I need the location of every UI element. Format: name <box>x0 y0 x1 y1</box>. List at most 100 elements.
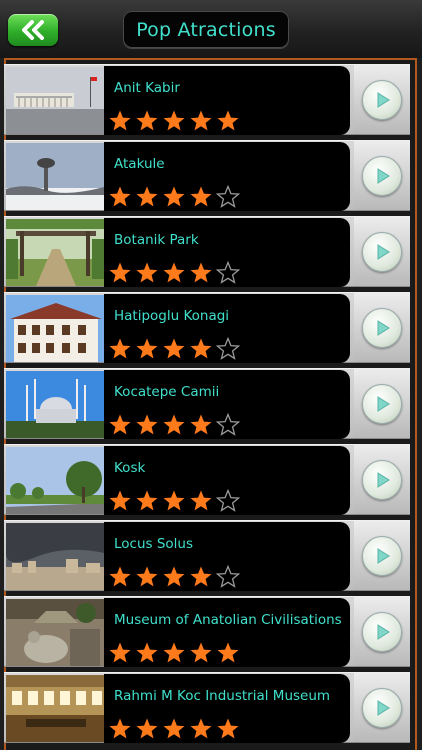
star-filled-icon <box>135 109 159 133</box>
attraction-name: Atakule <box>114 156 165 172</box>
attraction-thumbnail <box>6 143 104 210</box>
attraction-info: Anit Kabir <box>104 66 350 135</box>
attraction-name: Botanik Park <box>114 232 199 248</box>
attraction-info: Museum of Anatolian Civilisations <box>104 598 350 667</box>
attraction-info: Atakule <box>104 142 350 211</box>
star-filled-icon <box>135 185 159 209</box>
open-detail-button[interactable] <box>354 65 410 134</box>
star-filled-icon <box>216 717 240 741</box>
list-item[interactable]: Locus Solus <box>4 520 410 591</box>
star-rating <box>108 641 240 665</box>
star-filled-icon <box>162 717 186 741</box>
star-filled-icon <box>162 185 186 209</box>
star-filled-icon <box>216 641 240 665</box>
attraction-name: Anit Kabir <box>114 80 180 96</box>
attraction-info: Hatipoglu Konagi <box>104 294 350 363</box>
star-filled-icon <box>108 109 132 133</box>
attraction-info: Botanik Park <box>104 218 350 287</box>
open-detail-button[interactable] <box>354 597 410 666</box>
open-detail-button[interactable] <box>354 673 410 742</box>
star-filled-icon <box>108 717 132 741</box>
open-detail-button[interactable] <box>354 445 410 514</box>
attraction-thumbnail <box>6 67 104 134</box>
star-rating <box>108 413 240 437</box>
open-detail-button[interactable] <box>354 217 410 286</box>
list-item[interactable]: Rahmi M Koc Industrial Museum <box>4 672 410 743</box>
double-chevron-left-icon <box>22 20 44 40</box>
star-rating <box>108 489 240 513</box>
star-filled-icon <box>108 337 132 361</box>
attraction-thumbnail <box>6 295 104 362</box>
play-arrow-icon <box>362 307 402 348</box>
star-filled-icon <box>135 261 159 285</box>
star-filled-icon <box>189 337 213 361</box>
star-filled-icon <box>162 413 186 437</box>
star-filled-icon <box>162 641 186 665</box>
star-filled-icon <box>135 717 159 741</box>
play-arrow-icon <box>362 155 402 196</box>
star-empty-icon <box>216 489 240 513</box>
attraction-info: Kosk <box>104 446 350 515</box>
star-rating <box>108 185 240 209</box>
attraction-name: Hatipoglu Konagi <box>114 308 230 324</box>
attraction-name: Rahmi M Koc Industrial Museum <box>114 688 331 704</box>
play-arrow-icon <box>362 79 402 120</box>
star-filled-icon <box>216 109 240 133</box>
attraction-name: Kocatepe Camii <box>114 384 220 400</box>
star-filled-icon <box>108 413 132 437</box>
star-filled-icon <box>189 489 213 513</box>
star-filled-icon <box>108 489 132 513</box>
play-arrow-icon <box>362 383 402 424</box>
star-empty-icon <box>216 185 240 209</box>
play-arrow-icon <box>362 459 402 500</box>
star-filled-icon <box>108 185 132 209</box>
star-filled-icon <box>189 641 213 665</box>
list-item[interactable]: Hatipoglu Konagi <box>4 292 410 363</box>
star-filled-icon <box>162 565 186 589</box>
attraction-info: Locus Solus <box>104 522 350 591</box>
star-rating <box>108 337 240 361</box>
star-rating <box>108 261 240 285</box>
list-item[interactable]: Kosk <box>4 444 410 515</box>
star-filled-icon <box>135 337 159 361</box>
star-rating <box>108 109 240 133</box>
list-item[interactable]: Museum of Anatolian Civilisations <box>4 596 410 667</box>
attraction-thumbnail <box>6 371 104 438</box>
list-item[interactable]: Botanik Park <box>4 216 410 287</box>
star-rating <box>108 717 240 741</box>
star-empty-icon <box>216 565 240 589</box>
attraction-thumbnail <box>6 675 104 742</box>
star-empty-icon <box>216 413 240 437</box>
star-filled-icon <box>189 109 213 133</box>
star-filled-icon <box>162 109 186 133</box>
star-filled-icon <box>189 413 213 437</box>
star-rating <box>108 565 240 589</box>
list-item[interactable]: Atakule <box>4 140 410 211</box>
page-title: Pop Atractions <box>123 11 289 48</box>
star-filled-icon <box>135 489 159 513</box>
star-filled-icon <box>162 261 186 285</box>
star-filled-icon <box>108 565 132 589</box>
attraction-thumbnail <box>6 219 104 286</box>
star-filled-icon <box>108 641 132 665</box>
star-empty-icon <box>216 337 240 361</box>
list-item[interactable]: Anit Kabir <box>4 64 410 135</box>
star-filled-icon <box>108 261 132 285</box>
open-detail-button[interactable] <box>354 293 410 362</box>
attraction-info: Kocatepe Camii <box>104 370 350 439</box>
open-detail-button[interactable] <box>354 521 410 590</box>
play-arrow-icon <box>362 231 402 272</box>
header-bar: Pop Atractions <box>0 0 422 58</box>
attraction-thumbnail <box>6 523 104 590</box>
play-arrow-icon <box>362 611 402 652</box>
list-item[interactable]: Kocatepe Camii <box>4 368 410 439</box>
star-empty-icon <box>216 261 240 285</box>
open-detail-button[interactable] <box>354 141 410 210</box>
attraction-thumbnail <box>6 599 104 666</box>
star-filled-icon <box>189 565 213 589</box>
star-filled-icon <box>189 717 213 741</box>
star-filled-icon <box>135 565 159 589</box>
attraction-name: Kosk <box>114 460 146 476</box>
back-button[interactable] <box>8 14 58 46</box>
open-detail-button[interactable] <box>354 369 410 438</box>
